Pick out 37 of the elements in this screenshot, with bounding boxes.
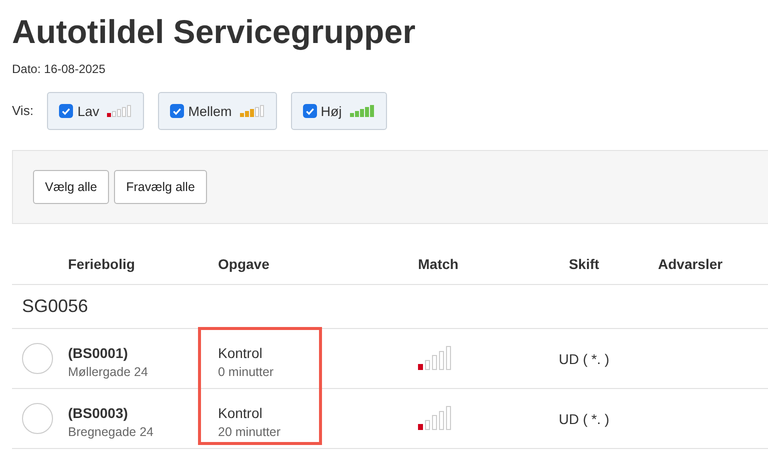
column-header: Skift [568, 256, 600, 272]
task-name: Kontrol [218, 404, 262, 420]
check-icon [61, 106, 72, 116]
task-duration: 20 minutter [218, 424, 281, 438]
task-name: Kontrol [218, 344, 262, 360]
filter-label: Vis: [12, 103, 34, 118]
filter-toggle[interactable]: Lav [47, 92, 144, 130]
checkbox[interactable] [59, 104, 74, 118]
check-icon [304, 106, 315, 116]
task-duration: 0 minutter [218, 364, 274, 378]
property-id: (BS0001) [68, 344, 128, 360]
signal-icon [107, 105, 132, 117]
column-header: Match [417, 256, 460, 272]
filter-toggle[interactable]: Mellem [158, 92, 277, 130]
property-address: Møllergade 24 [68, 364, 148, 378]
date-text: Dato: 16-08-2025 [12, 62, 106, 76]
shift-text: UD ( *. ) [558, 350, 610, 366]
signal-icon [418, 344, 451, 370]
checkbox[interactable] [302, 104, 317, 118]
group-header: SG0056 [12, 285, 768, 329]
shift-text: UD ( *. ) [558, 410, 610, 426]
property-id: (BS0003) [68, 404, 128, 420]
column-header: Advarsler [657, 256, 724, 272]
checkbox[interactable] [170, 104, 184, 118]
check-icon [172, 106, 182, 116]
signal-icon [350, 105, 374, 117]
signal-icon [418, 404, 451, 430]
property-address: Bregnegade 24 [68, 424, 154, 438]
column-header: Opgave [217, 256, 270, 272]
radio-button[interactable] [22, 343, 53, 374]
column-header: Feriebolig [67, 256, 136, 272]
radio-button[interactable] [22, 403, 53, 434]
page-title: Autotildel Servicegrupper [12, 12, 416, 52]
toolbar-button[interactable]: Fravælg alle [114, 170, 207, 204]
toolbar-button[interactable]: Vælg alle [33, 170, 110, 204]
signal-icon [240, 105, 264, 117]
filter-toggle[interactable]: Høj [290, 92, 387, 130]
